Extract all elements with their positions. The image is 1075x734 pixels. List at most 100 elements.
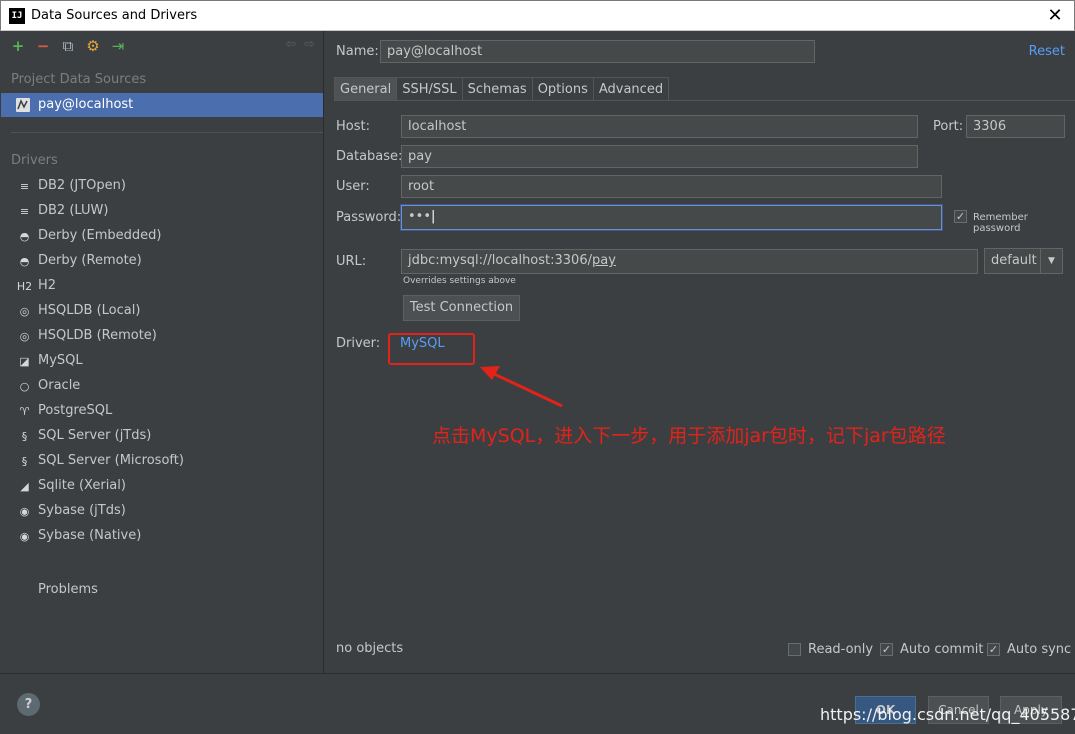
driver-item[interactable]: § SQL Server (jTds) <box>1 424 323 449</box>
sybase-icon: ◉ <box>19 505 30 518</box>
driver-item-label: H2 <box>38 278 57 293</box>
driver-item[interactable]: ◎ HSQLDB (Remote) <box>1 324 323 349</box>
intellij-app-icon: IJ <box>9 8 25 24</box>
ibm-icon: ≡ <box>19 205 30 218</box>
auto-commit-checkbox[interactable]: ✓ <box>880 643 893 656</box>
back-arrow-icon[interactable]: ⇦ <box>285 37 296 52</box>
driver-item-label: Derby (Embedded) <box>38 228 162 243</box>
drivers-title: Drivers <box>11 153 58 168</box>
remember-password-label: Remember password <box>973 212 1028 234</box>
driver-item[interactable]: ◓ Derby (Remote) <box>1 249 323 274</box>
annotation-highlight-box <box>388 333 475 365</box>
database-label: Database: <box>336 149 403 164</box>
name-field[interactable]: pay@localhost <box>380 40 815 63</box>
read-only-checkbox[interactable] <box>788 643 801 656</box>
sqlserver-icon: § <box>21 455 28 468</box>
tab-ssh-ssl[interactable]: SSH/SSL <box>397 77 463 101</box>
hsqldb-icon: ◎ <box>19 330 30 343</box>
wrench-icon[interactable]: ⚙ <box>84 37 102 55</box>
data-source-item-selected[interactable]: pay@localhost <box>1 93 323 117</box>
add-icon[interactable]: + <box>9 37 27 55</box>
sidebar-divider <box>11 132 323 133</box>
driver-item-label: Sqlite (Xerial) <box>38 478 126 493</box>
help-icon[interactable]: ? <box>17 693 40 716</box>
driver-item-label: Derby (Remote) <box>38 253 142 268</box>
mysql-icon <box>16 98 30 112</box>
remember-password-checkbox[interactable]: ✓ <box>954 210 967 223</box>
driver-item-label: SQL Server (jTds) <box>38 428 152 443</box>
close-icon[interactable]: ✕ <box>1042 3 1068 29</box>
driver-item[interactable]: ♈ PostgreSQL <box>1 399 323 424</box>
sidebar-toolbar: + − ⧉ ⚙ ⇥ <box>9 37 127 55</box>
port-label: Port: <box>933 119 964 134</box>
remove-icon[interactable]: − <box>34 37 52 55</box>
url-field[interactable]: jdbc:mysql://localhost:3306/pay <box>401 249 978 274</box>
url-mode-dropdown[interactable]: default ▼ <box>984 248 1063 274</box>
name-label: Name: <box>336 44 379 59</box>
derby-hat-icon: ◓ <box>19 230 30 243</box>
host-field[interactable]: localhost <box>401 115 918 138</box>
driver-item[interactable]: ◉ Sybase (Native) <box>1 524 323 549</box>
ibm-icon: ≡ <box>19 180 30 193</box>
reset-link[interactable]: Reset <box>1029 44 1065 59</box>
driver-item[interactable]: ≡ DB2 (JTOpen) <box>1 174 323 199</box>
tab-bar: General SSH/SSL Schemas Options Advanced <box>334 77 670 101</box>
driver-item[interactable]: ◉ Sybase (jTds) <box>1 499 323 524</box>
driver-item-label: Sybase (Native) <box>38 528 142 543</box>
user-label: User: <box>336 179 370 194</box>
driver-item[interactable]: ≡ DB2 (LUW) <box>1 199 323 224</box>
user-field[interactable]: root <box>401 175 942 198</box>
chevron-down-icon: ▼ <box>1040 249 1062 273</box>
annotation-arrow <box>480 366 563 408</box>
port-field[interactable]: 3306 <box>966 115 1065 138</box>
oracle-icon: ○ <box>19 380 30 393</box>
driver-item[interactable]: ◓ Derby (Embedded) <box>1 224 323 249</box>
problems-item[interactable]: Problems <box>38 582 98 597</box>
driver-item-label: DB2 (JTOpen) <box>38 178 126 193</box>
auto-commit-label: Auto commit <box>900 642 984 657</box>
h2-icon: H2 <box>16 280 33 293</box>
driver-item[interactable]: H2 H2 <box>1 274 323 299</box>
derby-hat-icon: ◓ <box>19 255 30 268</box>
test-connection-button[interactable]: Test Connection <box>403 295 520 321</box>
driver-item-label: Oracle <box>38 378 81 393</box>
database-field[interactable]: pay <box>401 145 918 168</box>
copy-icon[interactable]: ⧉ <box>59 37 77 55</box>
driver-item[interactable]: ◎ HSQLDB (Local) <box>1 299 323 324</box>
driver-list: ≡ DB2 (JTOpen) ≡ DB2 (LUW) ◓ Derby (Embedded)… <box>1 174 323 549</box>
auto-sync-label: Auto sync <box>1007 642 1072 657</box>
driver-item[interactable]: § SQL Server (Microsoft) <box>1 449 323 474</box>
tab-schemas[interactable]: Schemas <box>462 77 533 101</box>
host-label: Host: <box>336 119 370 134</box>
auto-sync-checkbox[interactable]: ✓ <box>987 643 1000 656</box>
driver-item[interactable]: ◢ Sqlite (Xerial) <box>1 474 323 499</box>
tab-options[interactable]: Options <box>532 77 594 101</box>
driver-item-label: DB2 (LUW) <box>38 203 109 218</box>
url-mode-value: default <box>991 253 1037 268</box>
sidebar: + − ⧉ ⚙ ⇥ ⇦ ⇨ Project Data Sources pay@l… <box>1 31 323 673</box>
driver-item-label: PostgreSQL <box>38 403 113 418</box>
driver-item[interactable]: ◪ MySQL <box>1 349 323 374</box>
watermark-text: https://blog.csdn.net/qq_40558766 <box>820 705 1075 724</box>
import-icon[interactable]: ⇥ <box>109 37 127 55</box>
tab-advanced[interactable]: Advanced <box>593 77 670 101</box>
sybase-icon: ◉ <box>19 530 30 543</box>
driver-item-label: HSQLDB (Remote) <box>38 328 157 343</box>
driver-item-label: Sybase (jTds) <box>38 503 126 518</box>
password-field[interactable]: •••| <box>401 205 942 230</box>
sqlite-icon: ◢ <box>20 480 29 493</box>
annotation-text: 点击MySQL，进入下一步，用于添加jar包时，记下jar包路径 <box>432 425 946 447</box>
url-database: pay <box>591 253 616 268</box>
driver-label: Driver: <box>336 336 381 351</box>
password-value: ••• <box>408 209 432 224</box>
tab-underline <box>334 100 1075 101</box>
forward-arrow-icon[interactable]: ⇨ <box>304 37 315 52</box>
sqlserver-icon: § <box>21 430 28 443</box>
driver-item-label: HSQLDB (Local) <box>38 303 141 318</box>
no-objects-text: no objects <box>336 641 404 656</box>
driver-item-label: MySQL <box>38 353 83 368</box>
driver-item[interactable]: ○ Oracle <box>1 374 323 399</box>
data-source-label: pay@localhost <box>38 97 134 112</box>
tab-general[interactable]: General <box>334 77 398 101</box>
project-data-sources-title: Project Data Sources <box>11 72 147 87</box>
